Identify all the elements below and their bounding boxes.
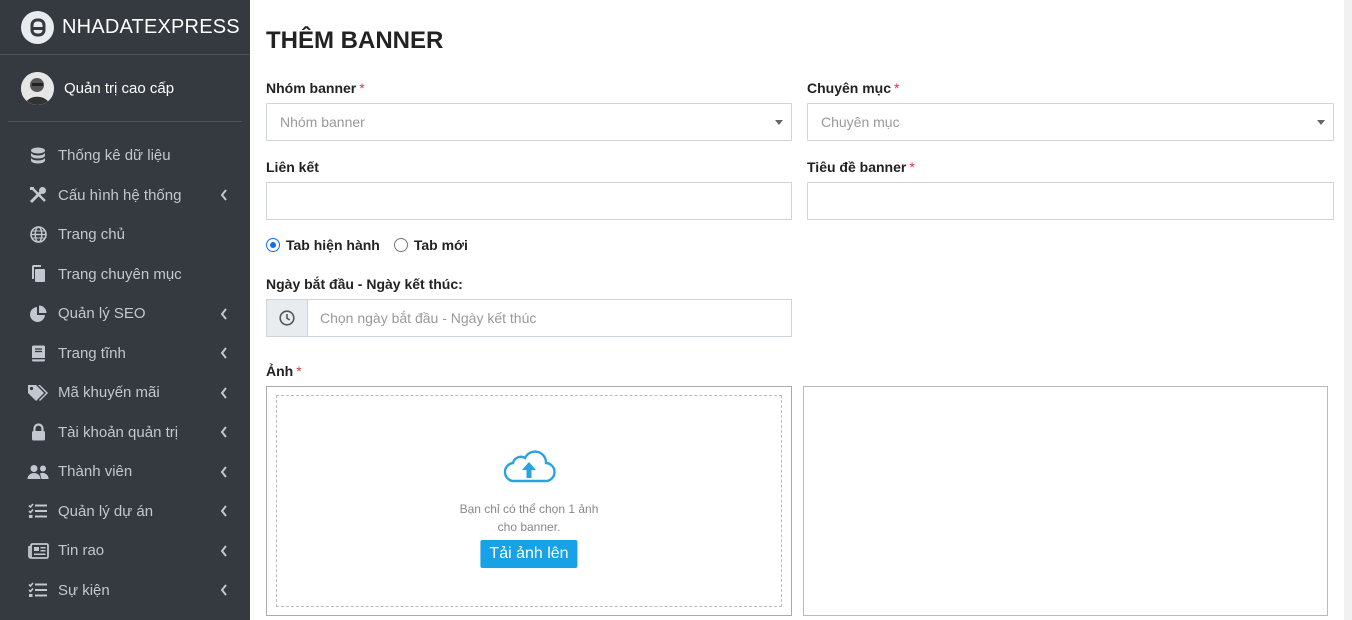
lock-icon: [27, 421, 49, 443]
group-select[interactable]: Nhóm banner: [266, 103, 792, 141]
sidebar-item-label: Cấu hình hệ thống: [58, 186, 182, 204]
group-select-placeholder: Nhóm banner: [280, 114, 365, 130]
caret-down-icon: [775, 120, 783, 125]
date-range-label: Ngày bắt đầu - Ngày kết thúc:: [266, 276, 463, 292]
chevron-left-icon: [220, 545, 227, 557]
sidebar-item-label: Trang chuyên mục: [58, 265, 182, 283]
copy-icon: [27, 263, 49, 285]
radio-current-tab-label: Tab hiện hành: [286, 237, 380, 253]
sidebar: NHADATEXPRESS Quản trị cao cấp Thống kê …: [0, 0, 250, 620]
upload-help-line2: cho banner.: [497, 520, 561, 534]
chevron-left-icon: [220, 387, 227, 399]
date-range-placeholder: Chọn ngày bắt đầu - Ngày kết thúc: [320, 310, 537, 326]
sidebar-item-tai-khoan-quan-tri[interactable]: Tài khoản quản trị: [0, 413, 250, 453]
sidebar-item-label: Thành viên: [58, 463, 133, 481]
tags-icon: [27, 382, 49, 404]
user-name: Quản trị cao cấp: [64, 79, 175, 97]
avatar: [21, 71, 54, 105]
radio-unchecked-icon[interactable]: [393, 238, 408, 252]
brand[interactable]: NHADATEXPRESS: [0, 0, 250, 55]
required-mark: *: [894, 80, 900, 96]
chevron-left-icon: [220, 189, 227, 201]
vertical-scrollbar[interactable]: [1344, 0, 1352, 620]
sidebar-item-tin-rao[interactable]: Tin rao: [0, 531, 250, 571]
page-title: THÊM BANNER: [266, 27, 444, 54]
chevron-left-icon: [220, 466, 227, 478]
category-select-placeholder: Chuyên mục: [821, 114, 900, 130]
sidebar-item-label: Tài khoản quản trị: [58, 423, 179, 441]
sidebar-item-trang-tinh[interactable]: Trang tĩnh: [0, 334, 250, 374]
tasks-icon: [27, 500, 49, 522]
banner-title-label-text: Tiêu đề banner: [807, 159, 907, 175]
clock-icon: [267, 300, 308, 336]
sidebar-item-cau-hinh[interactable]: Cấu hình hệ thống: [0, 176, 250, 216]
sidebar-item-trang-chu[interactable]: Trang chủ: [0, 215, 250, 255]
newspaper-icon: [27, 540, 49, 562]
chevron-left-icon: [220, 505, 227, 517]
upload-help-text: Bạn chỉ có thể chọn 1 ảnh cho banner.: [277, 500, 781, 536]
globe-icon: [27, 224, 49, 246]
sidebar-item-su-kien[interactable]: Sự kiện: [0, 571, 250, 611]
sidebar-item-trang-chuyen-muc[interactable]: Trang chuyên mục: [0, 255, 250, 295]
chevron-left-icon: [220, 584, 227, 596]
image-dropzone[interactable]: Bạn chỉ có thể chọn 1 ảnh cho banner. Tả…: [276, 395, 782, 607]
sidebar-item-label: Trang chủ: [58, 226, 125, 244]
upload-image-button[interactable]: Tải ảnh lên: [480, 540, 578, 568]
category-label: Chuyên mục *: [807, 80, 899, 96]
image-label-text: Ảnh: [266, 363, 294, 379]
sidebar-item-label: Quản lý SEO: [58, 305, 146, 323]
sidebar-item-ma-khuyen-mai[interactable]: Mã khuyến mãi: [0, 373, 250, 413]
sidebar-item-label: Quản lý dự án: [58, 502, 154, 520]
sidebar-item-quan-ly-du-an[interactable]: Quản lý dự án: [0, 492, 250, 532]
required-mark: *: [359, 80, 365, 96]
sidebar-nav: Thống kê dữ liệu Cấu hình hệ thống Trang…: [0, 136, 250, 610]
caret-down-icon: [1317, 120, 1325, 125]
required-mark: *: [909, 159, 915, 175]
sidebar-item-thanh-vien[interactable]: Thành viên: [0, 452, 250, 492]
database-icon: [27, 145, 49, 167]
users-icon: [27, 461, 49, 483]
sidebar-item-label: Sự kiện: [58, 581, 110, 599]
chevron-left-icon: [220, 308, 227, 320]
banner-title-input[interactable]: [807, 182, 1334, 220]
sidebar-item-quan-ly-seo[interactable]: Quản lý SEO: [0, 294, 250, 334]
sidebar-item-label: Trang tĩnh: [58, 344, 126, 362]
chevron-left-icon: [220, 426, 227, 438]
pie-chart-icon: [27, 303, 49, 325]
radio-new-tab-label: Tab mới: [413, 237, 468, 253]
date-range-input[interactable]: Chọn ngày bắt đầu - Ngày kết thúc: [266, 299, 792, 337]
target-radio-group: Tab hiện hành Tab mới: [266, 237, 482, 253]
radio-checked-icon[interactable]: [266, 238, 280, 252]
radio-current-tab[interactable]: Tab hiện hành: [266, 237, 380, 253]
user-panel[interactable]: Quản trị cao cấp: [8, 55, 242, 122]
category-label-text: Chuyên mục: [807, 80, 892, 96]
chevron-left-icon: [220, 347, 227, 359]
upload-help-line1: Bạn chỉ có thể chọn 1 ảnh: [459, 502, 599, 516]
sidebar-item-label: Thống kê dữ liệu: [58, 147, 171, 165]
link-label: Liên kết: [266, 159, 319, 175]
radio-new-tab[interactable]: Tab mới: [393, 237, 468, 253]
image-label: Ảnh *: [266, 363, 302, 379]
image-upload-box[interactable]: Bạn chỉ có thể chọn 1 ảnh cho banner. Tả…: [266, 386, 792, 616]
group-label: Nhóm banner *: [266, 80, 365, 96]
book-icon: [27, 342, 49, 364]
cloud-upload-icon: [503, 450, 556, 483]
brand-name: NHADATEXPRESS: [62, 15, 240, 38]
required-mark: *: [296, 363, 302, 379]
main-content: THÊM BANNER Nhóm banner * Nhóm banner Chu…: [250, 0, 1352, 620]
image-preview-box: [803, 386, 1328, 616]
banner-title-label: Tiêu đề banner *: [807, 159, 915, 175]
group-label-text: Nhóm banner: [266, 80, 357, 96]
sidebar-item-label: Tin rao: [58, 542, 105, 560]
tools-icon: [27, 184, 49, 206]
sidebar-item-thong-ke[interactable]: Thống kê dữ liệu: [0, 136, 250, 176]
category-select[interactable]: Chuyên mục: [807, 103, 1334, 141]
brand-logo-icon: [21, 10, 54, 44]
link-input[interactable]: [266, 182, 792, 220]
sidebar-item-label: Mã khuyến mãi: [58, 384, 160, 402]
tasks-icon: [27, 579, 49, 601]
